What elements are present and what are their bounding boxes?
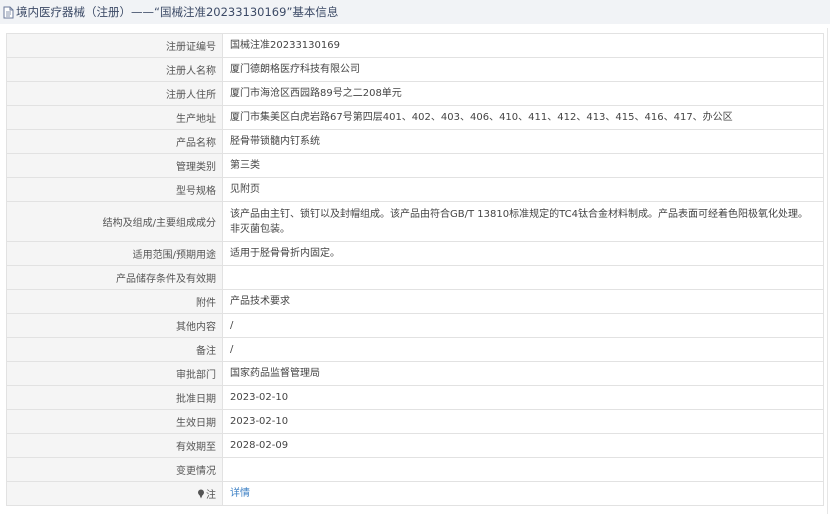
field-label: 有效期至 [6, 433, 223, 458]
field-value: 见附页 [222, 177, 824, 202]
table-row-effective-date: 生效日期 2023-02-10 [6, 409, 824, 434]
field-value: 适用于胫骨骨折内固定。 [222, 241, 824, 266]
info-table-container: 注册证编号 国械注准20233130169 注册人名称 厦门德朗格医疗科技有限公… [6, 33, 824, 506]
table-row-structure: 结构及组成/主要组成成分 该产品由主钉、锁钉以及封帽组成。该产品由符合GB/T … [6, 201, 824, 242]
field-value: 国械注准20233130169 [222, 33, 824, 58]
table-row-attachment: 附件 产品技术要求 [6, 289, 824, 314]
table-row-storage: 产品储存条件及有效期 [6, 265, 824, 290]
field-value: 2023-02-10 [222, 409, 824, 434]
table-row-registrant-address: 注册人住所 厦门市海沧区西园路89号之二208单元 [6, 81, 824, 106]
field-value: 产品技术要求 [222, 289, 824, 314]
field-value: / [222, 337, 824, 362]
page-title: 境内医疗器械（注册）——“国械注准20233130169”基本信息 [16, 5, 339, 19]
note-label: 注 [206, 489, 216, 501]
field-label: 审批部门 [6, 361, 223, 386]
field-value: 第三类 [222, 153, 824, 178]
table-row-model-spec: 型号规格 见附页 [6, 177, 824, 202]
field-value: 厦门德朗格医疗科技有限公司 [222, 57, 824, 82]
field-value [222, 457, 824, 482]
document-icon [3, 6, 14, 19]
field-value: 胫骨带锁髓内钉系统 [222, 129, 824, 154]
field-label: 注册人名称 [6, 57, 223, 82]
field-label: 型号规格 [6, 177, 223, 202]
table-row-scope: 适用范围/预期用途 适用于胫骨骨折内固定。 [6, 241, 824, 266]
pin-icon [197, 489, 205, 502]
field-label: 附件 [6, 289, 223, 314]
field-value: / [222, 313, 824, 338]
field-label: 注 [6, 481, 223, 506]
table-row-product-name: 产品名称 胫骨带锁髓内钉系统 [6, 129, 824, 154]
field-value: 2023-02-10 [222, 385, 824, 410]
field-value: 厦门市集美区白虎岩路67号第四层401、402、403、406、410、411、… [222, 105, 824, 130]
table-row-approval-dept: 审批部门 国家药品监督管理局 [6, 361, 824, 386]
field-value: 详情 [222, 481, 824, 506]
field-value [222, 265, 824, 290]
table-row-note: 注 详情 [6, 481, 824, 506]
field-label: 适用范围/预期用途 [6, 241, 223, 266]
field-label: 生效日期 [6, 409, 223, 434]
table-row-remark: 备注 / [6, 337, 824, 362]
field-label: 管理类别 [6, 153, 223, 178]
table-row-registrant-name: 注册人名称 厦门德朗格医疗科技有限公司 [6, 57, 824, 82]
field-label: 注册证编号 [6, 33, 223, 58]
table-row-approval-date: 批准日期 2023-02-10 [6, 385, 824, 410]
field-value: 厦门市海沧区西园路89号之二208单元 [222, 81, 824, 106]
field-label: 变更情况 [6, 457, 223, 482]
table-row-management-class: 管理类别 第三类 [6, 153, 824, 178]
table-row-change-status: 变更情况 [6, 457, 824, 482]
field-label: 产品储存条件及有效期 [6, 265, 223, 290]
details-link[interactable]: 详情 [230, 488, 250, 499]
field-value: 该产品由主钉、锁钉以及封帽组成。该产品由符合GB/T 13810标准规定的TC4… [222, 201, 824, 242]
field-label: 结构及组成/主要组成成分 [6, 201, 223, 242]
table-row-reg-no: 注册证编号 国械注准20233130169 [6, 33, 824, 58]
table-row-expiry-date: 有效期至 2028-02-09 [6, 433, 824, 458]
page-header: 境内医疗器械（注册）——“国械注准20233130169”基本信息 [0, 0, 830, 24]
table-row-other: 其他内容 / [6, 313, 824, 338]
scrollbar-track[interactable] [827, 28, 828, 514]
field-label: 生产地址 [6, 105, 223, 130]
field-label: 备注 [6, 337, 223, 362]
field-label: 产品名称 [6, 129, 223, 154]
field-label: 其他内容 [6, 313, 223, 338]
field-value: 2028-02-09 [222, 433, 824, 458]
field-label: 注册人住所 [6, 81, 223, 106]
table-row-production-address: 生产地址 厦门市集美区白虎岩路67号第四层401、402、403、406、410… [6, 105, 824, 130]
info-table: 注册证编号 国械注准20233130169 注册人名称 厦门德朗格医疗科技有限公… [6, 33, 824, 506]
field-label: 批准日期 [6, 385, 223, 410]
field-value: 国家药品监督管理局 [222, 361, 824, 386]
